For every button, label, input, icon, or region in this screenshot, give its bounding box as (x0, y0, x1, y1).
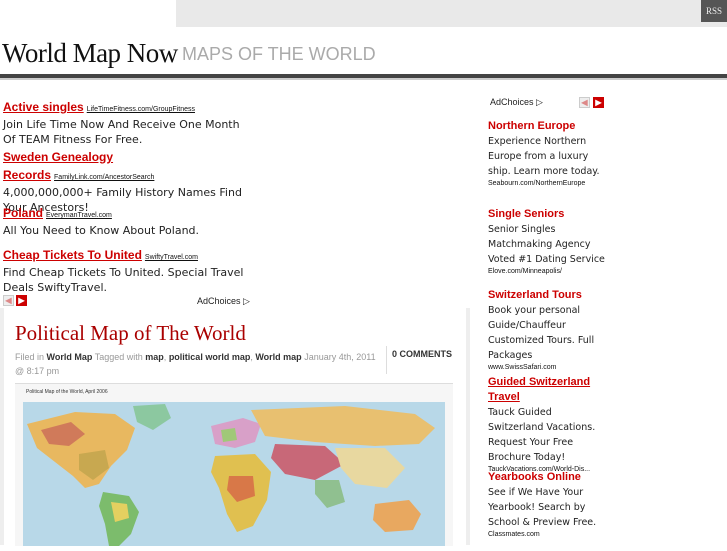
world-map-image[interactable] (15, 383, 453, 546)
ad-description: Join Life Time Now And Receive One Month… (3, 118, 240, 146)
sidebar-ad-title[interactable]: Northern Europe (488, 119, 606, 134)
ad-url-link[interactable]: EverymanTravel.com (46, 212, 112, 219)
sidebar-ad-title[interactable]: Yearbooks Online (488, 470, 606, 485)
category-link[interactable]: World Map (47, 352, 93, 362)
tag-link[interactable]: map (145, 352, 164, 362)
ad-title-link[interactable]: Cheap Tickets To United (3, 248, 142, 262)
tagged-label: Tagged with (94, 352, 143, 362)
ad-item: Poland EverymanTravel.com All You Need to… (3, 204, 255, 238)
top-bar (0, 0, 727, 27)
sidebar-ad-url[interactable]: Seabourn.com/NorthernEurope (488, 179, 606, 189)
post-meta: Filed in World Map Tagged with map, poli… (15, 352, 376, 376)
sidebar-ad-item: Single Seniors Senior Singles Matchmakin… (488, 207, 606, 277)
tag-link[interactable]: World map (255, 352, 301, 362)
sidebar-adchoices-link[interactable]: AdChoices ▷ (490, 97, 543, 108)
sidebar-ad-description: Tauck Guided Switzerland Vacations. Requ… (488, 407, 596, 463)
sidebar-ad-description: Book your personal Guide/Chauffeur Custo… (488, 305, 595, 361)
tag-link[interactable]: political world map (169, 352, 251, 362)
sidebar-ad-url[interactable]: Classmates.com (488, 530, 606, 540)
sidebar-ad-title[interactable]: Single Seniors (488, 207, 606, 222)
ad-next-button[interactable]: ▶ (16, 295, 27, 306)
world-map-graphic (23, 402, 445, 546)
sidebar-ad-item: Switzerland Tours Book your personal Gui… (488, 288, 606, 373)
sidebar-ad-prev-button[interactable]: ◀ (579, 97, 590, 108)
post-title[interactable]: Political Map of The World (15, 321, 246, 346)
adchoices-link[interactable]: AdChoices ▷ (197, 296, 250, 307)
left-ad-box: Active singles LifeTimeFitness.com/GroupF… (0, 95, 255, 308)
sidebar-ad-description: See if We Have Your Yearbook! Search by … (488, 487, 597, 528)
adchoices-icon: ▷ (536, 97, 543, 107)
ad-description: Find Cheap Tickets To United. Special Tr… (3, 266, 244, 294)
sidebar-ad-next-button[interactable]: ▶ (593, 97, 604, 108)
sidebar-ad-item: Guided Switzerland Travel Tauck Guided S… (488, 375, 606, 475)
ad-title-link[interactable]: Active singles (3, 100, 84, 114)
sidebar-ad-item: Northern Europe Experience Northern Euro… (488, 119, 606, 189)
adchoices-label: AdChoices (197, 296, 241, 306)
sidebar-ad-title[interactable]: Guided Switzerland Travel (488, 375, 606, 405)
ad-description: All You Need to Know About Poland. (3, 224, 200, 237)
sidebar-ad-description: Experience Northern Europe from a luxury… (488, 136, 600, 177)
ad-item: Active singles LifeTimeFitness.com/GroupF… (3, 98, 255, 147)
ad-item: Cheap Tickets To United SwiftyTravel.com … (3, 246, 255, 295)
sidebar-ad-url[interactable]: Elove.com/Minneapolis/ (488, 267, 606, 277)
sidebar-ad-url[interactable]: www.SwissSafari.com (488, 363, 606, 373)
ad-prev-button[interactable]: ◀ (3, 295, 14, 306)
sidebar-ad-item: Yearbooks Online See if We Have Your Yea… (488, 470, 606, 540)
ad-title-link[interactable]: Poland (3, 206, 43, 220)
sidebar-ad-description: Senior Singles Matchmaking Agency Voted … (488, 224, 605, 265)
search-area[interactable] (0, 0, 176, 27)
ad-url-link[interactable]: LifeTimeFitness.com/GroupFitness (87, 106, 195, 113)
map-caption: Political Map of the World, April 2006 (26, 389, 108, 395)
site-title[interactable]: World Map Now (2, 38, 178, 69)
site-tagline: MAPS OF THE WORLD (182, 44, 376, 64)
comments-link[interactable]: 0 COMMENTS (392, 349, 452, 359)
filed-in-label: Filed in (15, 352, 45, 362)
rss-link[interactable]: RSS (701, 0, 727, 22)
ad-url-link[interactable]: SwiftyTravel.com (145, 254, 198, 261)
meta-divider (386, 346, 387, 374)
sidebar-ad-title[interactable]: Switzerland Tours (488, 288, 606, 303)
ad-url-link[interactable]: FamilyLink.com/AncestorSearch (54, 174, 154, 181)
adchoices-icon: ▷ (243, 296, 250, 306)
header-rule-light (0, 78, 727, 80)
adchoices-label: AdChoices (490, 97, 534, 107)
